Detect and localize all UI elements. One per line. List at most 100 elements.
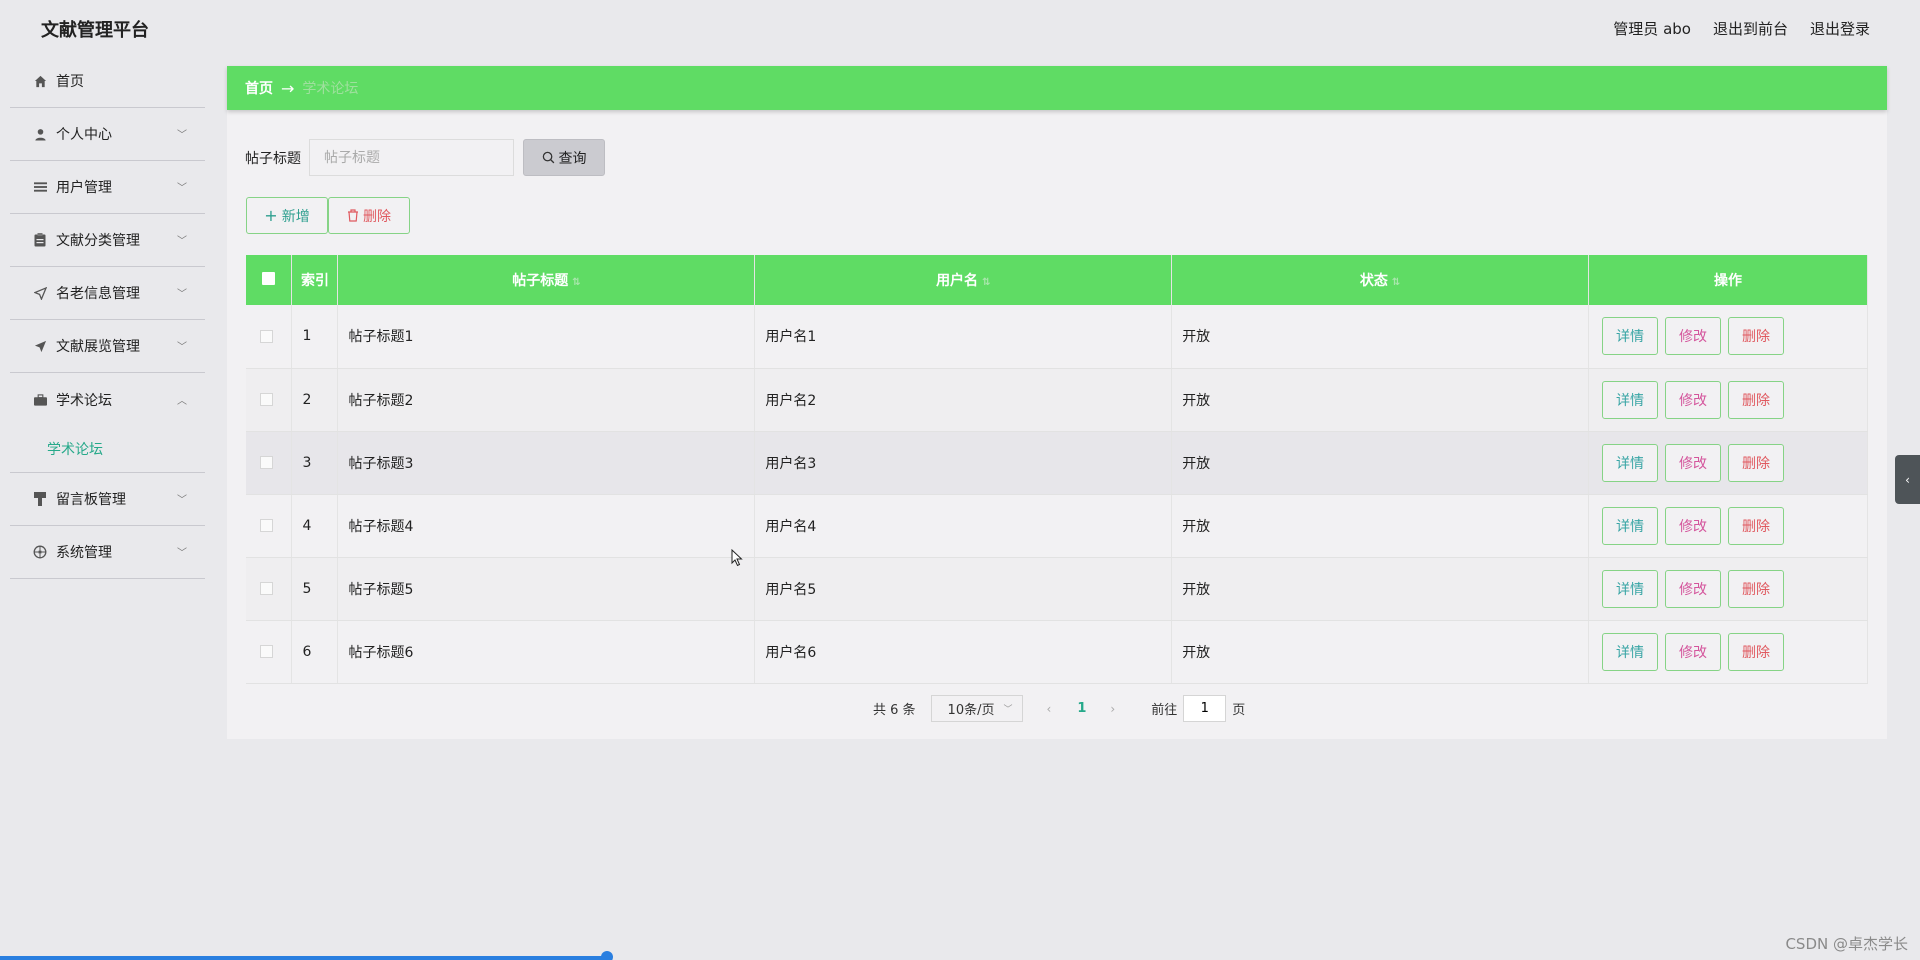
- edit-button[interactable]: 修改: [1665, 632, 1722, 671]
- breadcrumb-home[interactable]: 首页: [245, 78, 273, 98]
- row-checkbox[interactable]: [260, 393, 273, 406]
- clipboard-icon: [33, 233, 47, 247]
- search-button[interactable]: 查询: [523, 139, 605, 176]
- row-checkbox[interactable]: [260, 456, 273, 469]
- table-row: 5 帖子标题5 用户名5 开放 详情 修改 删除: [246, 557, 1868, 621]
- row-select-cell[interactable]: [246, 494, 293, 558]
- edit-button[interactable]: 修改: [1665, 317, 1722, 356]
- batch-delete-button[interactable]: 删除: [328, 197, 410, 234]
- delete-button[interactable]: 删除: [1728, 317, 1785, 356]
- sidebar-item-users[interactable]: 用户管理 ﹀: [10, 161, 205, 214]
- plus-icon: +: [264, 206, 278, 225]
- sidebar-item-message-board[interactable]: 留言板管理 ﹀: [10, 473, 205, 526]
- row-checkbox[interactable]: [260, 519, 273, 532]
- row-checkbox[interactable]: [260, 329, 273, 343]
- progress-handle[interactable]: [601, 951, 613, 960]
- chevron-down-icon: ﹀: [177, 547, 187, 559]
- sidebar-item-home[interactable]: 首页: [10, 55, 205, 108]
- search-label: 帖子标题: [245, 150, 301, 167]
- row-select-cell[interactable]: [246, 368, 293, 432]
- page-size-select[interactable]: 10条/页 ﹀: [930, 695, 1023, 722]
- col-status[interactable]: 状态 ⇅: [1171, 255, 1590, 305]
- delete-button[interactable]: 删除: [1728, 380, 1785, 419]
- detail-button[interactable]: 详情: [1602, 443, 1659, 482]
- search-input[interactable]: [309, 139, 514, 176]
- edit-button[interactable]: 修改: [1665, 443, 1722, 482]
- row-select-cell[interactable]: [246, 620, 293, 684]
- table-row: 6 帖子标题6 用户名6 开放 详情 修改 删除: [246, 620, 1868, 684]
- detail-button[interactable]: 详情: [1602, 506, 1659, 545]
- cell-title: 帖子标题6: [337, 620, 756, 684]
- submenu-item-forum[interactable]: 学术论坛: [10, 426, 205, 473]
- chevron-left-icon: ‹: [1905, 472, 1910, 487]
- row-select-cell[interactable]: [246, 557, 293, 621]
- briefcase-icon: [33, 393, 47, 407]
- sidebar-item-doc-category[interactable]: 文献分类管理 ﹀: [10, 214, 205, 267]
- row-select-cell[interactable]: [246, 431, 293, 495]
- detail-button[interactable]: 详情: [1602, 317, 1659, 356]
- table-row: 4 帖子标题4 用户名4 开放 详情 修改 删除: [246, 494, 1868, 558]
- delete-button[interactable]: 删除: [1728, 632, 1785, 671]
- sidebar-item-forum[interactable]: 学术论坛 ︿: [10, 373, 205, 426]
- user-icon: [33, 127, 47, 141]
- exit-to-front-link[interactable]: 退出到前台: [1713, 18, 1788, 39]
- search-button-label: 查询: [558, 150, 587, 167]
- row-select-cell[interactable]: [246, 305, 293, 369]
- sidebar-item-elder-info[interactable]: 名老信息管理 ﹀: [10, 267, 205, 320]
- col-user-label: 用户名: [936, 273, 979, 289]
- chevron-down-icon: ﹀: [177, 235, 187, 247]
- cell-user: 用户名4: [754, 494, 1173, 558]
- sidebar-item-label: 文献分类管理: [56, 233, 140, 249]
- cell-user: 用户名5: [754, 557, 1173, 621]
- goto-label: 前往: [1151, 703, 1178, 718]
- detail-button[interactable]: 详情: [1602, 569, 1659, 608]
- cell-status: 开放: [1171, 368, 1590, 432]
- next-page-icon[interactable]: ›: [1110, 702, 1115, 716]
- delete-button[interactable]: 删除: [1728, 569, 1785, 608]
- settings-icon: [33, 545, 47, 559]
- add-button[interactable]: + 新增: [246, 197, 328, 234]
- add-button-label: 新增: [281, 208, 310, 225]
- sidebar-item-exhibition[interactable]: 文献展览管理 ﹀: [10, 320, 205, 373]
- collapse-panel-button[interactable]: ‹: [1895, 455, 1920, 504]
- sort-icon[interactable]: ⇅: [572, 277, 580, 288]
- detail-button[interactable]: 详情: [1602, 632, 1659, 671]
- edit-button[interactable]: 修改: [1665, 506, 1722, 545]
- top-header: 文献管理平台 管理员 abo 退出到前台 退出登录: [0, 0, 1920, 55]
- goto-page-input[interactable]: [1183, 695, 1227, 722]
- edit-button[interactable]: 修改: [1665, 569, 1722, 608]
- chevron-down-icon: ﹀: [1003, 705, 1013, 715]
- trash-icon: [348, 209, 358, 222]
- cell-status: 开放: [1171, 620, 1590, 684]
- sidebar-item-profile[interactable]: 个人中心 ﹀: [10, 108, 205, 161]
- forum-table: 索引 帖子标题 ⇅ 用户名 ⇅ 状态 ⇅ 操作 1 帖子标题1 用户名1 开放 详情修…: [246, 255, 1868, 684]
- sort-icon[interactable]: ⇅: [982, 277, 990, 288]
- progress-bar: [0, 956, 607, 960]
- cell-title: 帖子标题5: [337, 557, 756, 621]
- col-user[interactable]: 用户名 ⇅: [754, 255, 1173, 305]
- detail-button[interactable]: 详情: [1602, 380, 1659, 419]
- delete-button[interactable]: 删除: [1728, 443, 1785, 482]
- chevron-down-icon: ﹀: [177, 182, 187, 194]
- sort-icon[interactable]: ⇅: [1392, 277, 1400, 288]
- cell-user: 用户名1: [754, 305, 1173, 369]
- select-all-checkbox[interactable]: [262, 271, 276, 285]
- row-checkbox[interactable]: [260, 582, 273, 595]
- col-status-label: 状态: [1359, 273, 1388, 289]
- home-icon: [33, 74, 47, 88]
- mouse-cursor-icon: [731, 548, 743, 571]
- select-all-cell[interactable]: [246, 255, 293, 305]
- prev-page-icon[interactable]: ‹: [1047, 702, 1052, 716]
- header-actions: 管理员 abo 退出到前台 退出登录: [1613, 18, 1870, 39]
- col-title[interactable]: 帖子标题 ⇅: [337, 255, 756, 305]
- cell-ops: 详情 修改 删除: [1588, 305, 1868, 369]
- table-row: 2 帖子标题2 用户名2 开放 详情 修改 删除: [246, 368, 1868, 432]
- logout-link[interactable]: 退出登录: [1810, 18, 1870, 39]
- sidebar-item-system[interactable]: 系统管理 ﹀: [10, 526, 205, 579]
- delete-button[interactable]: 删除: [1728, 506, 1785, 545]
- edit-button[interactable]: 修改: [1665, 380, 1722, 419]
- cell-title: 帖子标题1: [337, 305, 756, 369]
- row-checkbox[interactable]: [260, 645, 273, 658]
- page-number-current[interactable]: 1: [1077, 701, 1086, 716]
- page-suffix: 页: [1232, 703, 1246, 718]
